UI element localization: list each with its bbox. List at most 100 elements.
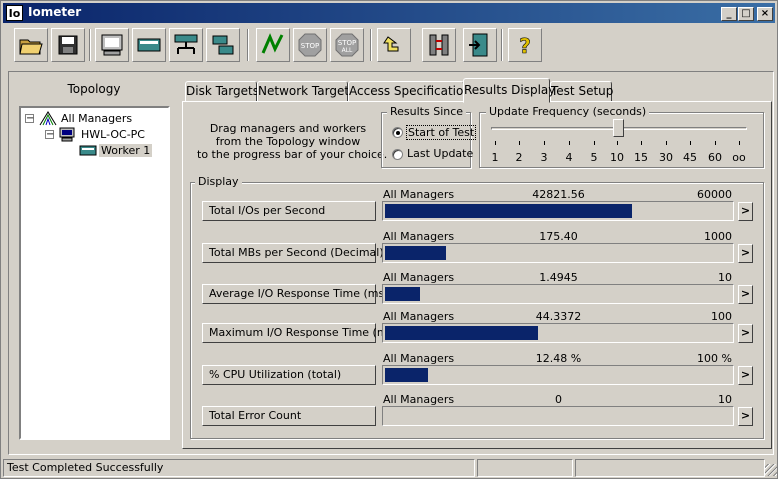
metric-progress-fill [385,204,632,218]
metric-value: 1.4945 [539,271,578,284]
frequency-tick-label[interactable]: 45 [680,151,700,164]
tree-item-all-managers[interactable]: All Managers [61,112,132,125]
stop-all-button[interactable]: STOP ALL [330,28,364,62]
frequency-slider-thumb[interactable] [613,119,624,137]
topology-heading: Topology [67,82,121,96]
metric-select-button[interactable]: % CPU Utilization (total) [202,365,376,385]
frequency-tick-mark [569,141,570,145]
metric-progress-bar[interactable] [382,406,734,426]
frequency-tick-mark [666,141,667,145]
tree-item-worker[interactable]: Worker 1 [99,144,153,157]
frequency-tick-mark [739,141,740,145]
metric-source-button[interactable]: > [738,285,753,304]
resize-grip-icon[interactable] [765,464,777,476]
frequency-tick-label[interactable]: oo [729,151,749,164]
metric-max: 1000 [704,230,732,243]
metric-source-button[interactable]: > [738,244,753,263]
status-pane-2 [477,459,573,477]
frequency-tick-label[interactable]: 30 [656,151,676,164]
metric-value: 0 [555,393,562,406]
title-bar[interactable]: Io Iometer _ □ × [3,3,775,23]
close-button[interactable]: × [757,7,773,21]
frequency-tick-label[interactable]: 3 [534,151,554,164]
stop-button[interactable]: STOP [293,28,327,62]
metric-source-button[interactable]: > [738,366,753,385]
metric-value: 175.40 [539,230,578,243]
help-icon: ? [519,34,531,59]
disk-workers-button[interactable] [206,28,240,62]
metric-select-button[interactable]: Total I/Os per Second [202,201,376,221]
metric-progress-bar[interactable] [382,243,734,263]
frequency-tick-label[interactable]: 5 [584,151,604,164]
metric-source-button[interactable]: > [738,324,753,343]
tab-disk-targets[interactable]: Disk Targets [185,81,259,102]
tab-test-setup[interactable]: Test Setup [550,81,613,102]
metric-progress-bar[interactable] [382,284,734,304]
collapse-icon[interactable]: − [45,130,54,140]
display-icon [101,34,123,56]
metric-progress-bar[interactable] [382,323,734,343]
network-icon [429,34,449,56]
iometer-window: Io Iometer _ □ × STOP STOP ALL ? Topolog… [0,0,778,479]
metric-max: 60000 [697,188,732,201]
results-since-title: Results Since [387,105,467,118]
metric-select-button[interactable]: Total MBs per Second (Decimal) [202,243,384,263]
svg-text:?: ? [519,34,531,58]
metric-source: All Managers [383,230,455,243]
metric-max: 100 % [697,352,732,365]
app-logo: Io [6,5,23,21]
tree-item-manager[interactable]: HWL-OC-PC [81,128,145,141]
toolbar-separator [247,29,249,61]
metric-source-button[interactable]: > [738,407,753,426]
tab-network-targets[interactable]: Network Targets [257,81,355,102]
disk-workers-icon [212,35,234,55]
start-button[interactable] [256,28,290,62]
metric-progress-fill [385,246,446,260]
new-worker-button[interactable] [169,28,203,62]
metric-source-button[interactable]: > [738,202,753,221]
metric-select-button[interactable]: Total Error Count [202,406,376,426]
save-icon [58,35,78,55]
save-button[interactable] [51,28,85,62]
frequency-tick-label[interactable]: 15 [631,151,651,164]
minimize-icon: _ [726,8,732,19]
toolbar-separator [370,29,372,61]
stop-all-icon: STOPALL [335,33,359,57]
exit-icon [469,33,488,57]
network-button[interactable] [422,28,456,62]
metric-progress-bar[interactable] [382,365,734,385]
frequency-tick-label[interactable]: 10 [607,151,627,164]
exit-button[interactable] [463,28,497,62]
reset-button[interactable] [377,28,411,62]
last-update-label[interactable]: Last Update [407,147,473,160]
metric-value: 42821.56 [532,188,585,201]
last-update-radio[interactable] [392,149,403,160]
new-manager-button[interactable] [132,28,166,62]
frequency-tick-mark [544,141,545,145]
display-button[interactable] [95,28,129,62]
metric-select-button[interactable]: Maximum I/O Response Time (ms) [202,323,398,343]
open-button[interactable] [14,28,48,62]
collapse-icon[interactable]: − [25,114,34,124]
frequency-tick-mark [617,141,618,145]
frequency-tick-label[interactable]: 2 [509,151,529,164]
topology-tree[interactable]: − All Managers − HWL-OC-PC Worker 1 [19,106,170,440]
maximize-icon: □ [741,8,751,19]
metric-source: All Managers [383,393,455,406]
frequency-tick-label[interactable]: 1 [485,151,505,164]
frequency-tick-label[interactable]: 4 [559,151,579,164]
maximize-button[interactable]: □ [738,7,754,21]
tab-access-specifications[interactable]: Access Specifications [348,81,477,102]
start-of-test-radio[interactable] [392,127,403,138]
metric-progress-fill [385,287,420,301]
start-of-test-label[interactable]: Start of Test [406,125,477,140]
status-pane-3 [575,459,765,477]
help-button[interactable]: ? [508,28,542,62]
minimize-button[interactable]: _ [721,7,737,21]
tab-results-display[interactable]: Results Display [463,78,555,103]
metric-select-button[interactable]: Average I/O Response Time (ms) [202,284,389,304]
worker-icon [79,143,97,161]
close-icon: × [760,8,770,19]
frequency-tick-label[interactable]: 60 [705,151,725,164]
metric-progress-bar[interactable] [382,201,734,221]
